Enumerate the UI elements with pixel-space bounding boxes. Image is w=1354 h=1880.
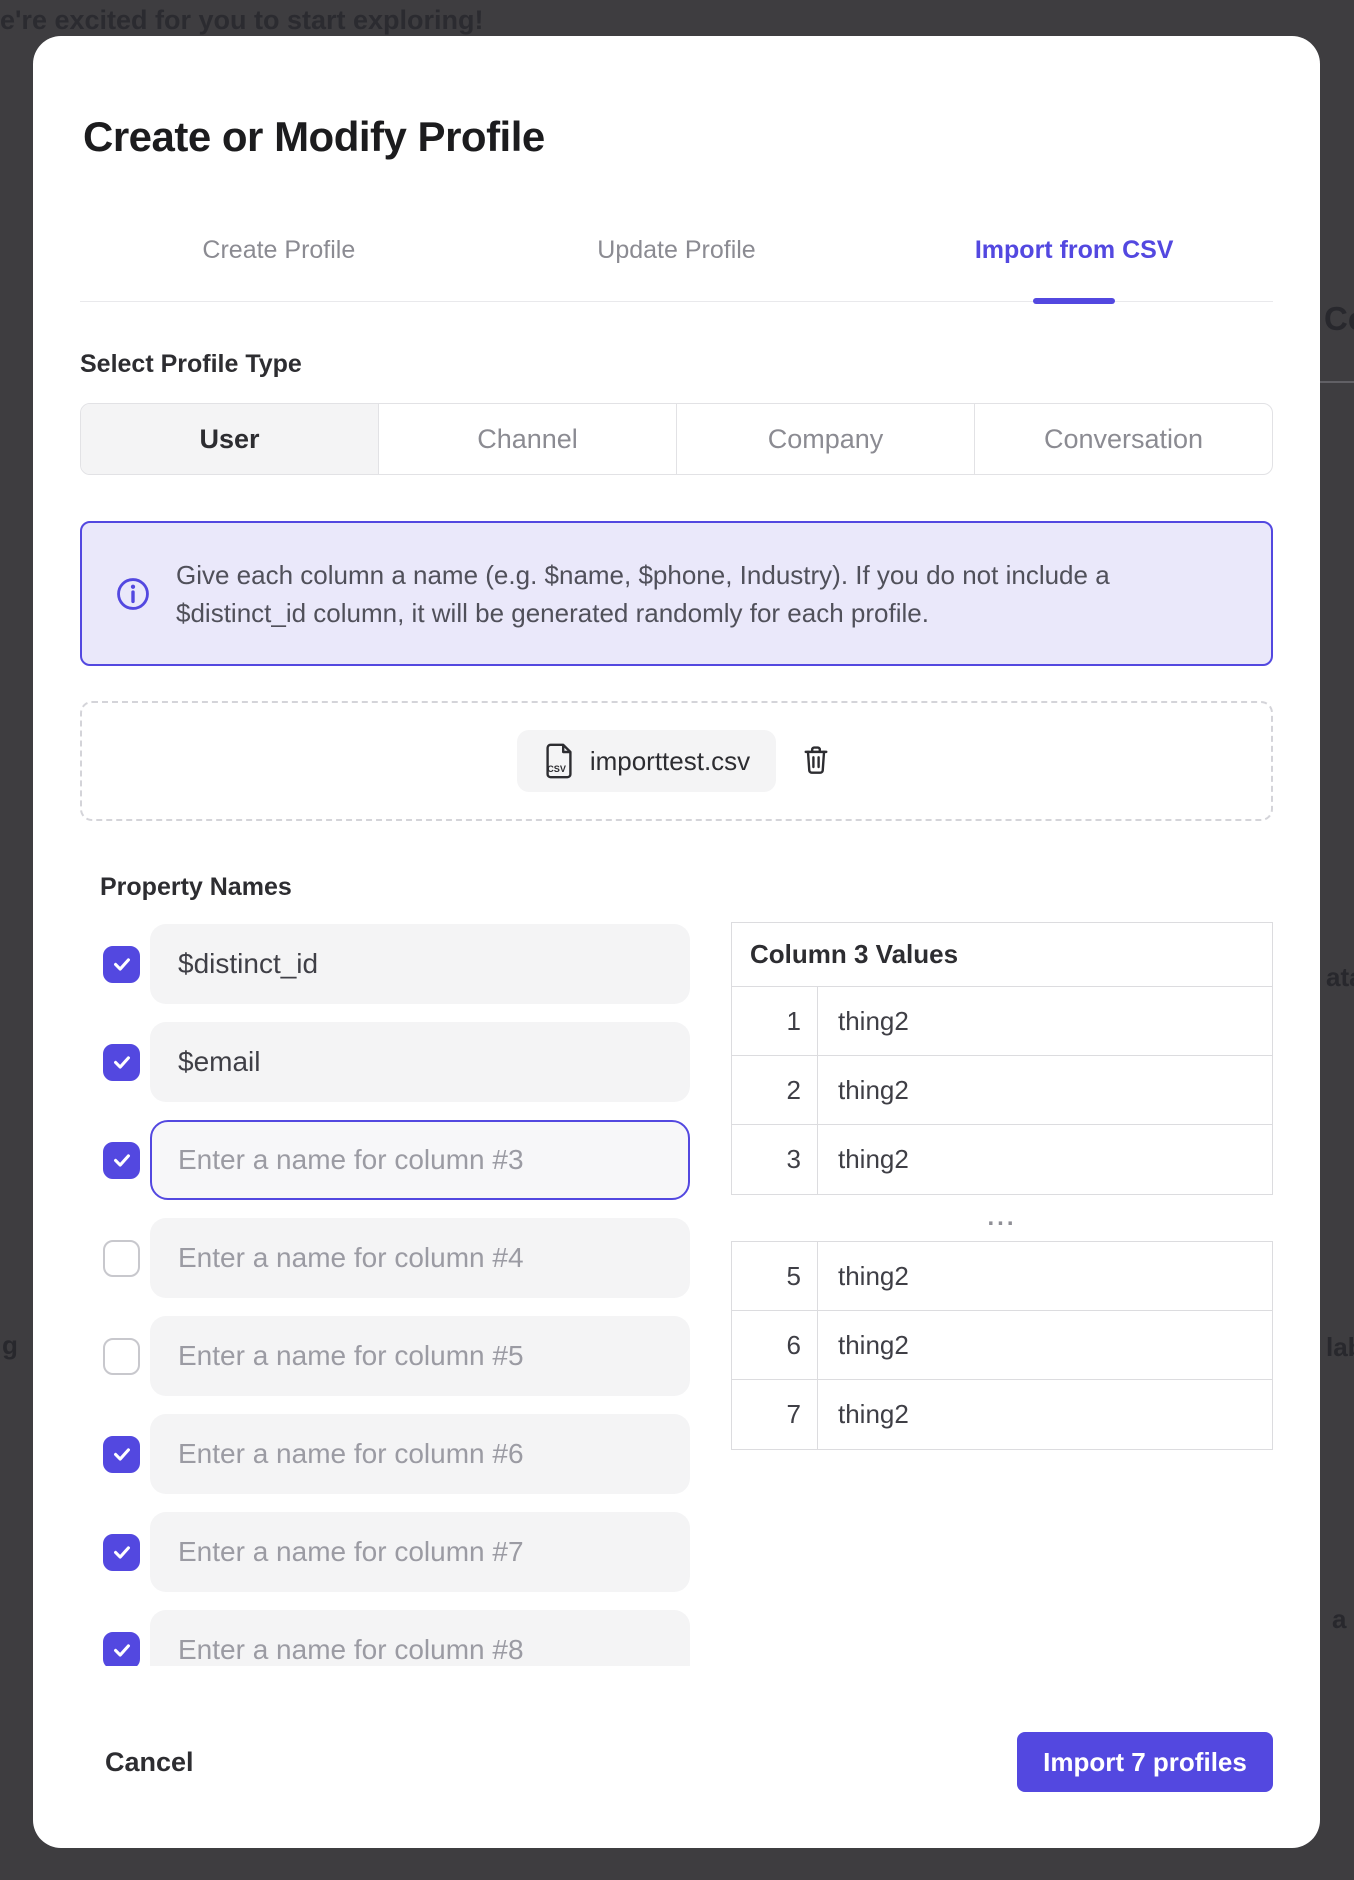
column-4-name-input[interactable] (150, 1218, 690, 1298)
checkmark-icon (111, 1149, 133, 1171)
row-number: 2 (732, 1056, 818, 1124)
column-3-checkbox[interactable] (103, 1142, 140, 1179)
create-or-modify-profile-dialog: Create or Modify Profile Create Profile … (33, 36, 1320, 1848)
csv-file-icon: CSV (543, 743, 575, 779)
mapping-area: Column 3 Values 1 thing2 2 thing2 3 thin… (80, 922, 1273, 1666)
values-table-top: Column 3 Values 1 thing2 2 thing2 3 thin… (731, 922, 1273, 1195)
table-row: 7 thing2 (732, 1380, 1272, 1449)
column-7-name-input[interactable] (150, 1512, 690, 1592)
property-row-6 (80, 1414, 690, 1494)
row-value: thing2 (818, 987, 909, 1055)
background-text-fragment: a (1332, 1604, 1346, 1635)
profile-type-segmented-control: User Channel Company Conversation (80, 403, 1273, 475)
property-name-list (80, 922, 690, 1666)
property-row-7 (80, 1512, 690, 1592)
tab-create-profile[interactable]: Create Profile (80, 236, 478, 265)
uploaded-file-chip[interactable]: CSV importtest.csv (517, 730, 776, 792)
table-row: 1 thing2 (732, 987, 1272, 1056)
column-8-checkbox[interactable] (103, 1632, 140, 1667)
row-value: thing2 (818, 1056, 909, 1124)
profile-type-conversation[interactable]: Conversation (974, 404, 1272, 474)
checkmark-icon (111, 1443, 133, 1465)
active-tab-indicator (1033, 298, 1115, 304)
values-table-header: Column 3 Values (732, 923, 1272, 987)
column-2-name-input[interactable] (150, 1022, 690, 1102)
row-value: thing2 (818, 1125, 909, 1194)
background-text-fragment: Col (1324, 300, 1354, 338)
property-names-label: Property Names (100, 873, 1273, 902)
column-4-checkbox[interactable] (103, 1240, 140, 1277)
dialog-tabs: Create Profile Update Profile Import fro… (80, 236, 1273, 302)
cancel-button[interactable]: Cancel (105, 1747, 194, 1778)
row-number: 1 (732, 987, 818, 1055)
row-number: 5 (732, 1242, 818, 1310)
select-profile-type-label: Select Profile Type (80, 350, 1273, 379)
property-row-3 (80, 1120, 690, 1200)
row-value: thing2 (818, 1242, 909, 1310)
import-profiles-button[interactable]: Import 7 profiles (1017, 1732, 1273, 1792)
row-value: thing2 (818, 1311, 909, 1379)
column-1-checkbox[interactable] (103, 946, 140, 983)
delete-file-button[interactable] (796, 739, 836, 783)
background-text-fragment: ata (1326, 962, 1354, 993)
tab-update-profile[interactable]: Update Profile (478, 236, 876, 265)
row-value: thing2 (818, 1380, 909, 1449)
background-divider-fragment (1320, 381, 1354, 383)
column-8-name-input[interactable] (150, 1610, 690, 1666)
column-5-name-input[interactable] (150, 1316, 690, 1396)
column-7-checkbox[interactable] (103, 1534, 140, 1571)
property-row-4 (80, 1218, 690, 1298)
column-2-checkbox[interactable] (103, 1044, 140, 1081)
dialog-title: Create or Modify Profile (83, 112, 1273, 162)
checkmark-icon (111, 1541, 133, 1563)
column-6-checkbox[interactable] (103, 1436, 140, 1473)
checkmark-icon (111, 1639, 133, 1661)
table-row: 6 thing2 (732, 1311, 1272, 1380)
info-icon (116, 577, 150, 611)
svg-text:CSV: CSV (547, 764, 567, 774)
csv-dropzone[interactable]: CSV importtest.csv (80, 701, 1273, 821)
background-banner-text: e're excited for you to start exploring! (0, 5, 484, 36)
info-banner-text: Give each column a name (e.g. $name, $ph… (176, 556, 1156, 632)
property-row-8 (80, 1610, 690, 1666)
rows-ellipsis: ... (731, 1195, 1273, 1241)
trash-icon (803, 745, 829, 775)
property-row-1 (80, 924, 690, 1004)
column-6-name-input[interactable] (150, 1414, 690, 1494)
background-text-fragment: g (2, 1330, 18, 1361)
column-3-name-input[interactable] (150, 1120, 690, 1200)
background-text-fragment: lab (1326, 1332, 1354, 1363)
table-row: 2 thing2 (732, 1056, 1272, 1125)
column-1-name-input[interactable] (150, 924, 690, 1004)
values-table-bottom: 5 thing2 6 thing2 7 thing2 (731, 1241, 1273, 1450)
column-values-preview: Column 3 Values 1 thing2 2 thing2 3 thin… (731, 922, 1273, 1666)
profile-type-company[interactable]: Company (676, 404, 974, 474)
uploaded-file-name: importtest.csv (590, 746, 750, 777)
checkmark-icon (111, 1051, 133, 1073)
table-row: 3 thing2 (732, 1125, 1272, 1194)
row-number: 7 (732, 1380, 818, 1449)
row-number: 3 (732, 1125, 818, 1194)
tab-import-from-csv[interactable]: Import from CSV (875, 236, 1273, 265)
profile-type-user[interactable]: User (81, 404, 378, 474)
property-row-5 (80, 1316, 690, 1396)
dialog-footer: Cancel Import 7 profiles (80, 1732, 1273, 1792)
checkmark-icon (111, 953, 133, 975)
row-number: 6 (732, 1311, 818, 1379)
profile-type-channel[interactable]: Channel (378, 404, 676, 474)
column-5-checkbox[interactable] (103, 1338, 140, 1375)
table-row: 5 thing2 (732, 1242, 1272, 1311)
property-row-2 (80, 1022, 690, 1102)
info-banner: Give each column a name (e.g. $name, $ph… (80, 521, 1273, 666)
